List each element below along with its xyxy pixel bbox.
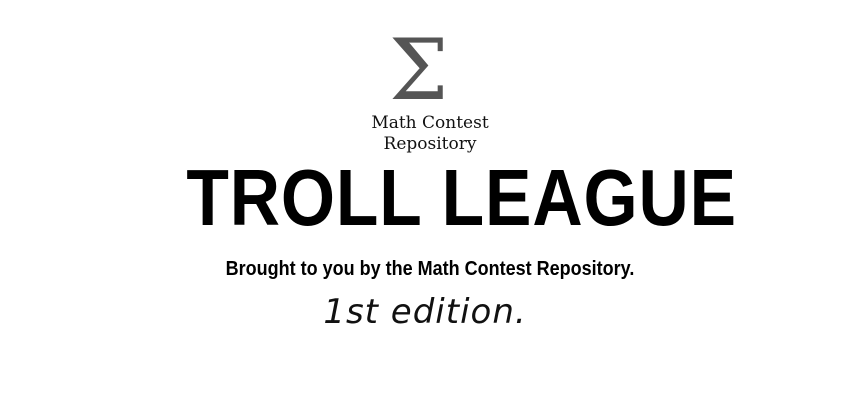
- sigma-logo-icon: Σ: [389, 21, 449, 119]
- logo-name-line-1: Math Contest: [371, 113, 489, 133]
- logo-name-line-2: Repository: [383, 134, 477, 154]
- headline-title: TROLL LEAGUE: [186, 153, 737, 242]
- title-page: Σ Math Contest Repository TROLL LEAGUE B…: [0, 0, 862, 400]
- tagline: Brought to you by the Math Contest Repos…: [225, 258, 635, 280]
- edition-label: 1st edition.: [323, 292, 527, 332]
